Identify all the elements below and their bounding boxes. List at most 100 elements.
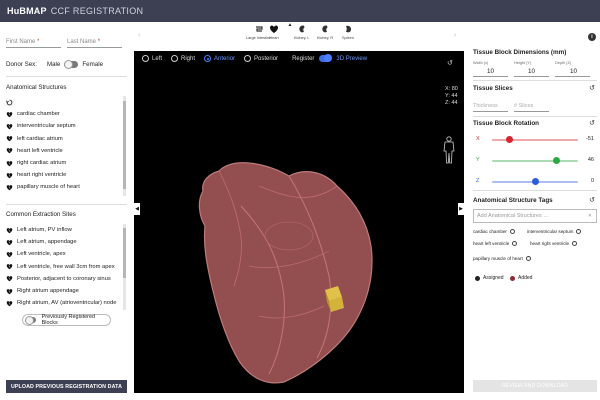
heart-icon xyxy=(6,239,13,246)
remove-tag-icon[interactable] xyxy=(572,241,578,246)
first-name-field[interactable]: First Name * xyxy=(6,39,61,48)
reset-view-icon[interactable]: ↺ xyxy=(447,59,453,67)
organ-0[interactable]: Large Intestine xyxy=(246,24,271,40)
brand-logo: HuBMAP xyxy=(7,6,47,16)
heart-icon xyxy=(6,148,13,154)
extraction-site-item[interactable]: Left atrium, appendage xyxy=(6,236,133,248)
extraction-site-item[interactable]: Left atrium, PV inflow xyxy=(6,224,133,236)
structure-item[interactable]: heart right ventricle xyxy=(6,169,133,181)
preview-label: 3D Preview xyxy=(336,55,368,62)
structure-item[interactable]: heart left ventricle xyxy=(6,145,133,157)
structure-label: heart right ventricle xyxy=(17,172,67,179)
slider-thumb[interactable] xyxy=(553,157,560,164)
clear-tags-icon[interactable]: ✕ xyxy=(588,213,592,219)
slices-input[interactable]: # Slices xyxy=(514,103,533,109)
remove-tag-icon[interactable] xyxy=(525,256,531,261)
organ-label: Kidney, L xyxy=(294,36,310,40)
extraction-site-item[interactable]: Left ventricle, apex xyxy=(6,248,133,260)
app-header: HuBMAP CCF REGISTRATION xyxy=(0,0,600,22)
organ-4[interactable]: Spleen xyxy=(342,24,354,40)
assigned-label: Assigned xyxy=(483,275,504,281)
remove-tag-icon[interactable] xyxy=(512,241,518,246)
dims-title: Tissue Block Dimensions (mm) xyxy=(473,49,567,56)
last-name-field[interactable]: Last Name * xyxy=(67,39,122,48)
structure-label: cardiac chamber xyxy=(17,111,60,118)
organ-label: Spleen xyxy=(342,36,354,40)
radio-icon[interactable] xyxy=(142,55,149,62)
structure-item[interactable]: cardiac chamber xyxy=(6,108,133,120)
structure-tag: heart right ventricle xyxy=(530,241,578,246)
slider-track[interactable] xyxy=(492,139,578,141)
width-label: Width (x) xyxy=(473,61,489,65)
carousel-next-icon[interactable]: › xyxy=(454,32,456,39)
review-download-button[interactable]: REVIEW AND DOWNLOAD xyxy=(473,380,597,392)
reset-tags-icon[interactable]: ↺ xyxy=(589,196,595,204)
carousel-prev-icon[interactable]: ‹ xyxy=(138,32,140,39)
structure-item[interactable]: right cardiac atrium xyxy=(6,157,133,169)
view-option-left[interactable]: Left xyxy=(142,55,162,62)
slider-thumb[interactable] xyxy=(531,178,539,185)
radio-icon[interactable] xyxy=(204,55,212,62)
heart-icon xyxy=(270,25,278,33)
slider-thumb[interactable] xyxy=(505,136,513,143)
height-label: Height (Y) xyxy=(514,61,532,65)
structure-item[interactable]: papillary muscle of heart xyxy=(6,181,133,193)
collapse-carousel-icon[interactable]: ▲ xyxy=(285,22,295,29)
heart-icon xyxy=(6,172,13,179)
remove-tag-icon[interactable] xyxy=(509,229,515,234)
view-label: Anterior xyxy=(214,55,236,62)
anatomical-structures-list: cardiac chamber interventricular septum le… xyxy=(0,96,133,196)
organ-3[interactable]: Kidney, R xyxy=(317,24,333,40)
reset-structures-icon[interactable] xyxy=(6,96,133,108)
sex-female-label: Female xyxy=(82,61,104,68)
heart-icon xyxy=(6,300,13,307)
rotation-y-slider[interactable]: Y 46 xyxy=(473,156,597,166)
organ-2[interactable]: Kidney, L xyxy=(294,24,310,40)
structure-tag: heart left ventricle xyxy=(473,241,518,246)
heart-model[interactable] xyxy=(189,146,399,386)
tag-label: cardiac chamber xyxy=(473,229,507,234)
extraction-site-item[interactable]: Left ventricle, free wall 3cm from apex xyxy=(6,261,133,273)
reset-slices-icon[interactable]: ↺ xyxy=(589,84,595,92)
rotation-z-slider[interactable]: Z0 xyxy=(473,177,597,187)
previously-registered-blocks-toggle[interactable]: Previously Registered Blocks xyxy=(22,314,111,326)
organ-1[interactable]: Heart xyxy=(269,24,279,40)
info-icon[interactable]: i xyxy=(588,33,596,41)
height-input[interactable]: 10 xyxy=(528,68,535,75)
radio-icon[interactable] xyxy=(244,55,252,62)
collapse-left-icon[interactable]: ◀ xyxy=(134,203,140,215)
slider-track[interactable] xyxy=(492,160,578,162)
depth-input[interactable]: 10 xyxy=(570,68,577,75)
register-toggle[interactable] xyxy=(319,54,333,62)
extraction-site-item[interactable]: Posterior, adjacent to coronary sinus xyxy=(6,273,133,285)
view-label: Posterior xyxy=(254,55,279,62)
prev-blocks-switch[interactable] xyxy=(25,316,36,325)
donor-sex-toggle[interactable] xyxy=(64,60,79,69)
extraction-site-item[interactable]: Right atrium appendage xyxy=(6,285,133,297)
structure-item[interactable]: left cardiac atrium xyxy=(6,133,133,145)
structure-item[interactable]: interventricular septum xyxy=(6,120,133,132)
rotation-value: 46 xyxy=(587,157,594,163)
upload-registration-button[interactable]: UPLOAD PREVIOUS REGISTRATION DATA xyxy=(6,380,127,393)
structures-scrollbar[interactable] xyxy=(123,96,126,196)
radio-icon[interactable] xyxy=(171,55,179,62)
structure-label: heart left ventricle xyxy=(17,147,63,154)
extraction-site-label: Right atrium, AV (atrioventricular) node xyxy=(17,300,117,307)
width-input[interactable]: 10 xyxy=(487,68,494,75)
tags-input[interactable]: Add Anatomical Structures ... ✕ xyxy=(473,209,597,223)
sites-scrollbar[interactable] xyxy=(123,224,126,310)
structure-tag: cardiac chamber xyxy=(473,229,515,234)
3d-viewer[interactable]: Left Right Anterior Posterior Register 3D P… xyxy=(134,51,464,393)
organ-label: Kidney, R xyxy=(317,36,334,40)
remove-tag-icon[interactable] xyxy=(576,229,582,234)
anatomical-structures-title: Anatomical Structures xyxy=(6,84,67,91)
extraction-site-item[interactable]: Right atrium, AV (atrioventricular) node xyxy=(6,297,133,309)
heart-icon xyxy=(6,252,13,258)
thickness-input[interactable]: Thickness xyxy=(473,103,498,109)
view-option-right[interactable]: Right xyxy=(171,55,195,62)
rotation-x-slider[interactable]: X -51 xyxy=(473,135,597,145)
axis-label: Z xyxy=(476,178,480,184)
view-option-posterior[interactable]: Posterior xyxy=(244,55,278,62)
reset-rotation-icon[interactable]: ↺ xyxy=(589,119,595,127)
view-option-anterior[interactable]: Anterior xyxy=(204,55,235,62)
